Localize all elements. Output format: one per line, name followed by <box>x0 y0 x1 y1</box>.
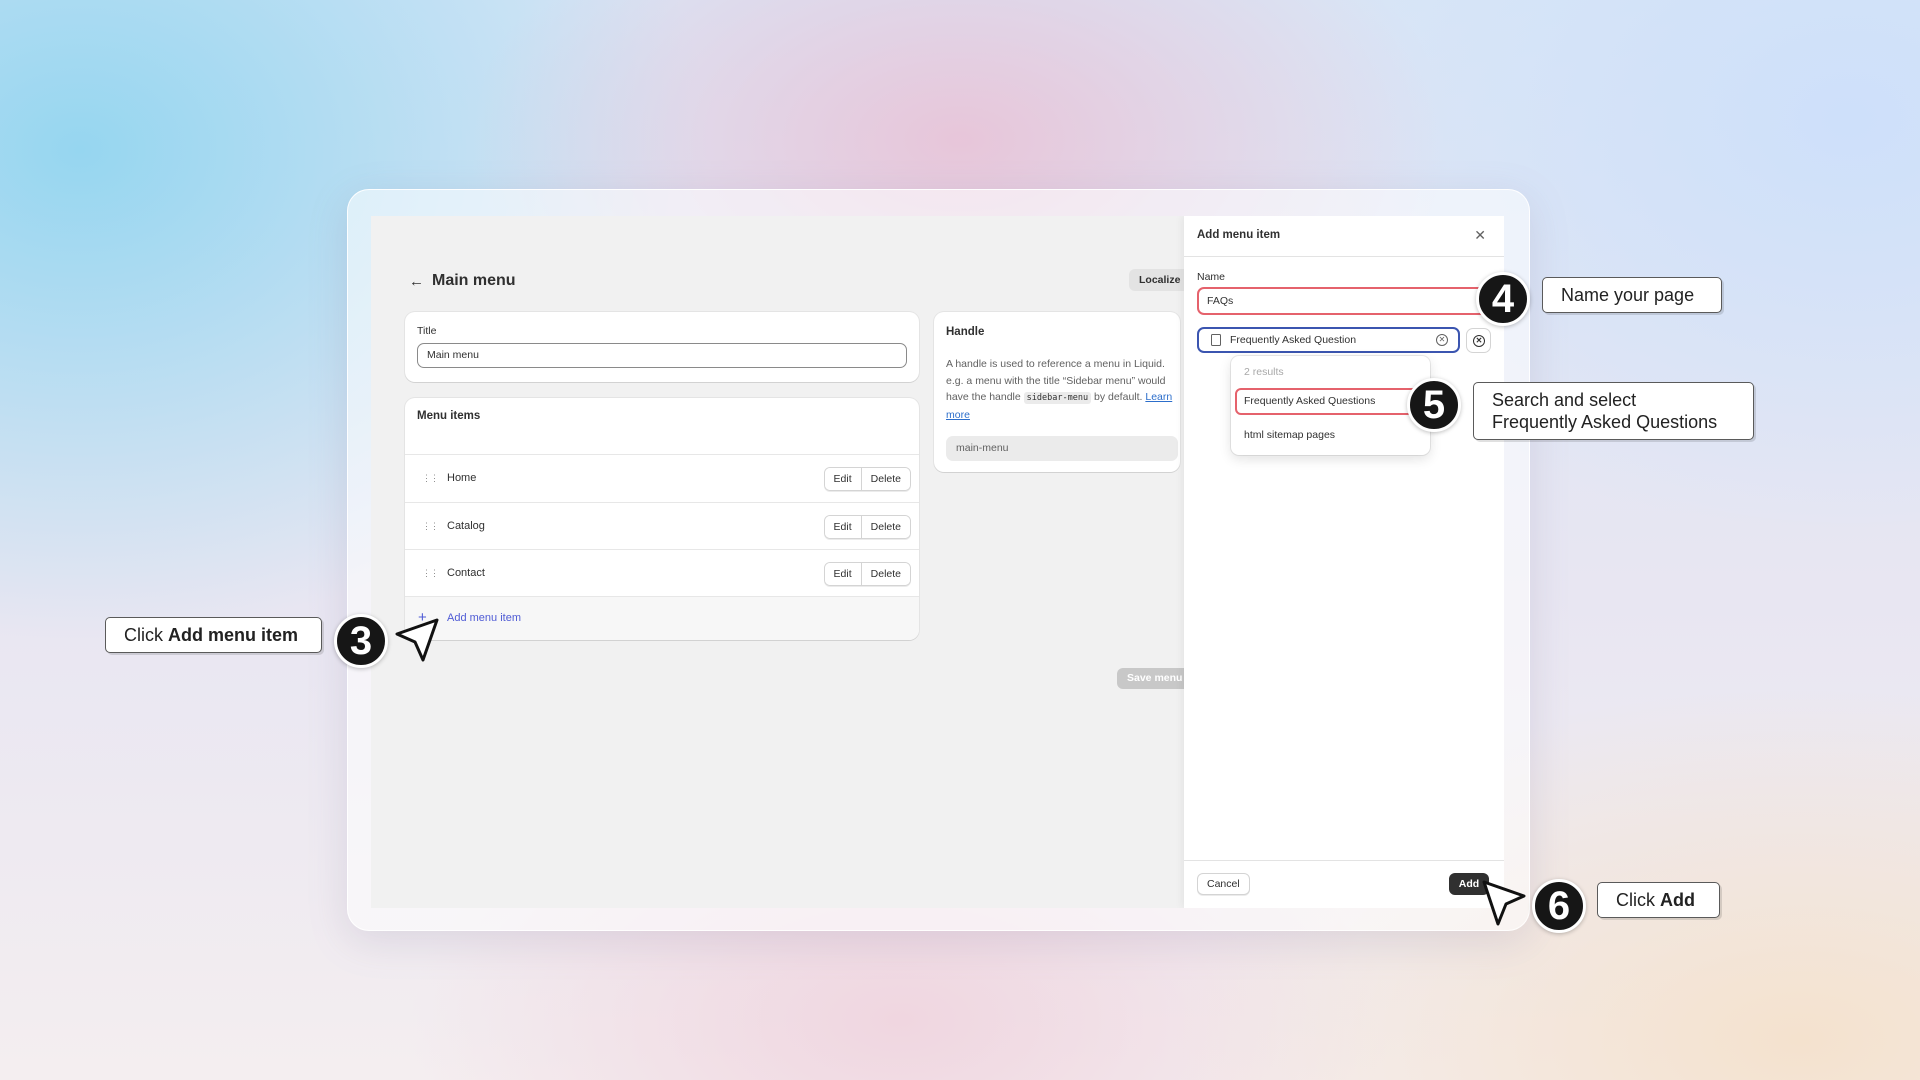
clear-icon[interactable]: ✕ <box>1436 334 1448 346</box>
step6-bold: Add <box>1660 889 1695 910</box>
row-actions: Edit Delete <box>823 562 911 586</box>
delete-button[interactable]: Delete <box>860 563 910 585</box>
result-option-faq[interactable]: Frequently Asked Questions <box>1235 388 1426 415</box>
delete-button[interactable]: Delete <box>860 468 910 490</box>
remove-link-button[interactable]: ✕ <box>1466 328 1491 353</box>
step4-callout: Name your page <box>1542 277 1722 313</box>
app-screen: ← Main menu Localize Title Main menu Men… <box>371 216 1504 908</box>
edit-button[interactable]: Edit <box>824 516 861 538</box>
step4-text: Name your page <box>1561 284 1695 305</box>
menu-items-heading: Menu items <box>417 410 481 422</box>
title-label: Title <box>417 325 437 337</box>
close-circle-icon: ✕ <box>1473 335 1485 347</box>
handle-description: A handle is used to reference a menu in … <box>946 356 1178 423</box>
result-option-sitemap[interactable]: html sitemap pages <box>1244 429 1335 441</box>
handle-desc-text-end: by default. <box>1094 391 1143 403</box>
row-actions: Edit Delete <box>823 515 911 539</box>
delete-button[interactable]: Delete <box>860 516 910 538</box>
add-menu-item-button[interactable]: + Add menu item <box>405 596 919 640</box>
handle-input[interactable]: main-menu <box>946 436 1178 461</box>
close-icon[interactable]: ✕ <box>1474 227 1486 244</box>
step5-line2: Frequently Asked Questions <box>1492 412 1718 432</box>
step5-line1: Search and select <box>1492 390 1637 410</box>
menu-item-row: ⋮⋮ Contact Edit Delete <box>405 549 919 597</box>
handle-card: Handle A handle is used to reference a m… <box>934 312 1180 472</box>
cursor-arrow-icon <box>1482 880 1526 926</box>
step4-badge: 4 <box>1476 272 1530 326</box>
link-search-value: Frequently Asked Question <box>1230 334 1357 346</box>
cursor-arrow-icon <box>395 618 439 662</box>
add-menu-item-panel: Add menu item ✕ Name FAQs Frequently Ask… <box>1184 216 1504 908</box>
handle-heading: Handle <box>946 326 985 338</box>
edit-button[interactable]: Edit <box>824 563 861 585</box>
panel-title: Add menu item <box>1197 229 1281 241</box>
step6-callout: Click Add <box>1597 882 1720 918</box>
title-input[interactable]: Main menu <box>417 343 907 368</box>
results-count: 2 results <box>1244 366 1284 378</box>
search-results-dropdown: 2 results Frequently Asked Questions htm… <box>1231 356 1430 455</box>
menu-item-row: ⋮⋮ Catalog Edit Delete <box>405 502 919 550</box>
step3-prefix: Click <box>124 624 163 645</box>
drag-handle-icon[interactable]: ⋮⋮ <box>422 521 439 532</box>
title-card: Title Main menu <box>405 312 919 382</box>
page-header: ← Main menu <box>409 272 516 290</box>
arrow-left-icon[interactable]: ← <box>409 273 424 290</box>
step5-callout: Search and select Frequently Asked Quest… <box>1473 382 1754 440</box>
link-search-input[interactable]: Frequently Asked Question ✕ <box>1197 327 1460 353</box>
menu-item-label: Catalog <box>447 520 485 532</box>
menu-item-label: Home <box>447 472 477 484</box>
name-input[interactable]: FAQs <box>1197 287 1489 315</box>
add-menu-item-label: Add menu item <box>447 612 521 624</box>
handle-code-example: sidebar-menu <box>1023 392 1092 404</box>
menu-items-card: Menu items ⋮⋮ Home Edit Delete ⋮⋮ Catalo… <box>405 398 919 640</box>
page-title: Main menu <box>432 272 516 289</box>
panel-footer: Cancel Add <box>1184 860 1504 908</box>
step6-prefix: Click <box>1616 889 1655 910</box>
edit-button[interactable]: Edit <box>824 468 861 490</box>
step5-badge: 5 <box>1407 378 1461 432</box>
row-actions: Edit Delete <box>823 467 911 491</box>
drag-handle-icon[interactable]: ⋮⋮ <box>422 473 439 484</box>
step3-bold: Add menu item <box>168 624 299 645</box>
name-label: Name <box>1197 271 1226 283</box>
cancel-button[interactable]: Cancel <box>1197 873 1250 895</box>
page-icon <box>1211 334 1221 346</box>
drag-handle-icon[interactable]: ⋮⋮ <box>422 568 439 579</box>
step6-badge: 6 <box>1532 879 1586 933</box>
menu-item-label: Contact <box>447 567 485 579</box>
panel-header: Add menu item ✕ <box>1184 216 1504 257</box>
step3-badge: 3 <box>334 614 388 668</box>
menu-item-row: ⋮⋮ Home Edit Delete <box>405 454 919 502</box>
step3-callout: Click Add menu item <box>105 617 322 653</box>
